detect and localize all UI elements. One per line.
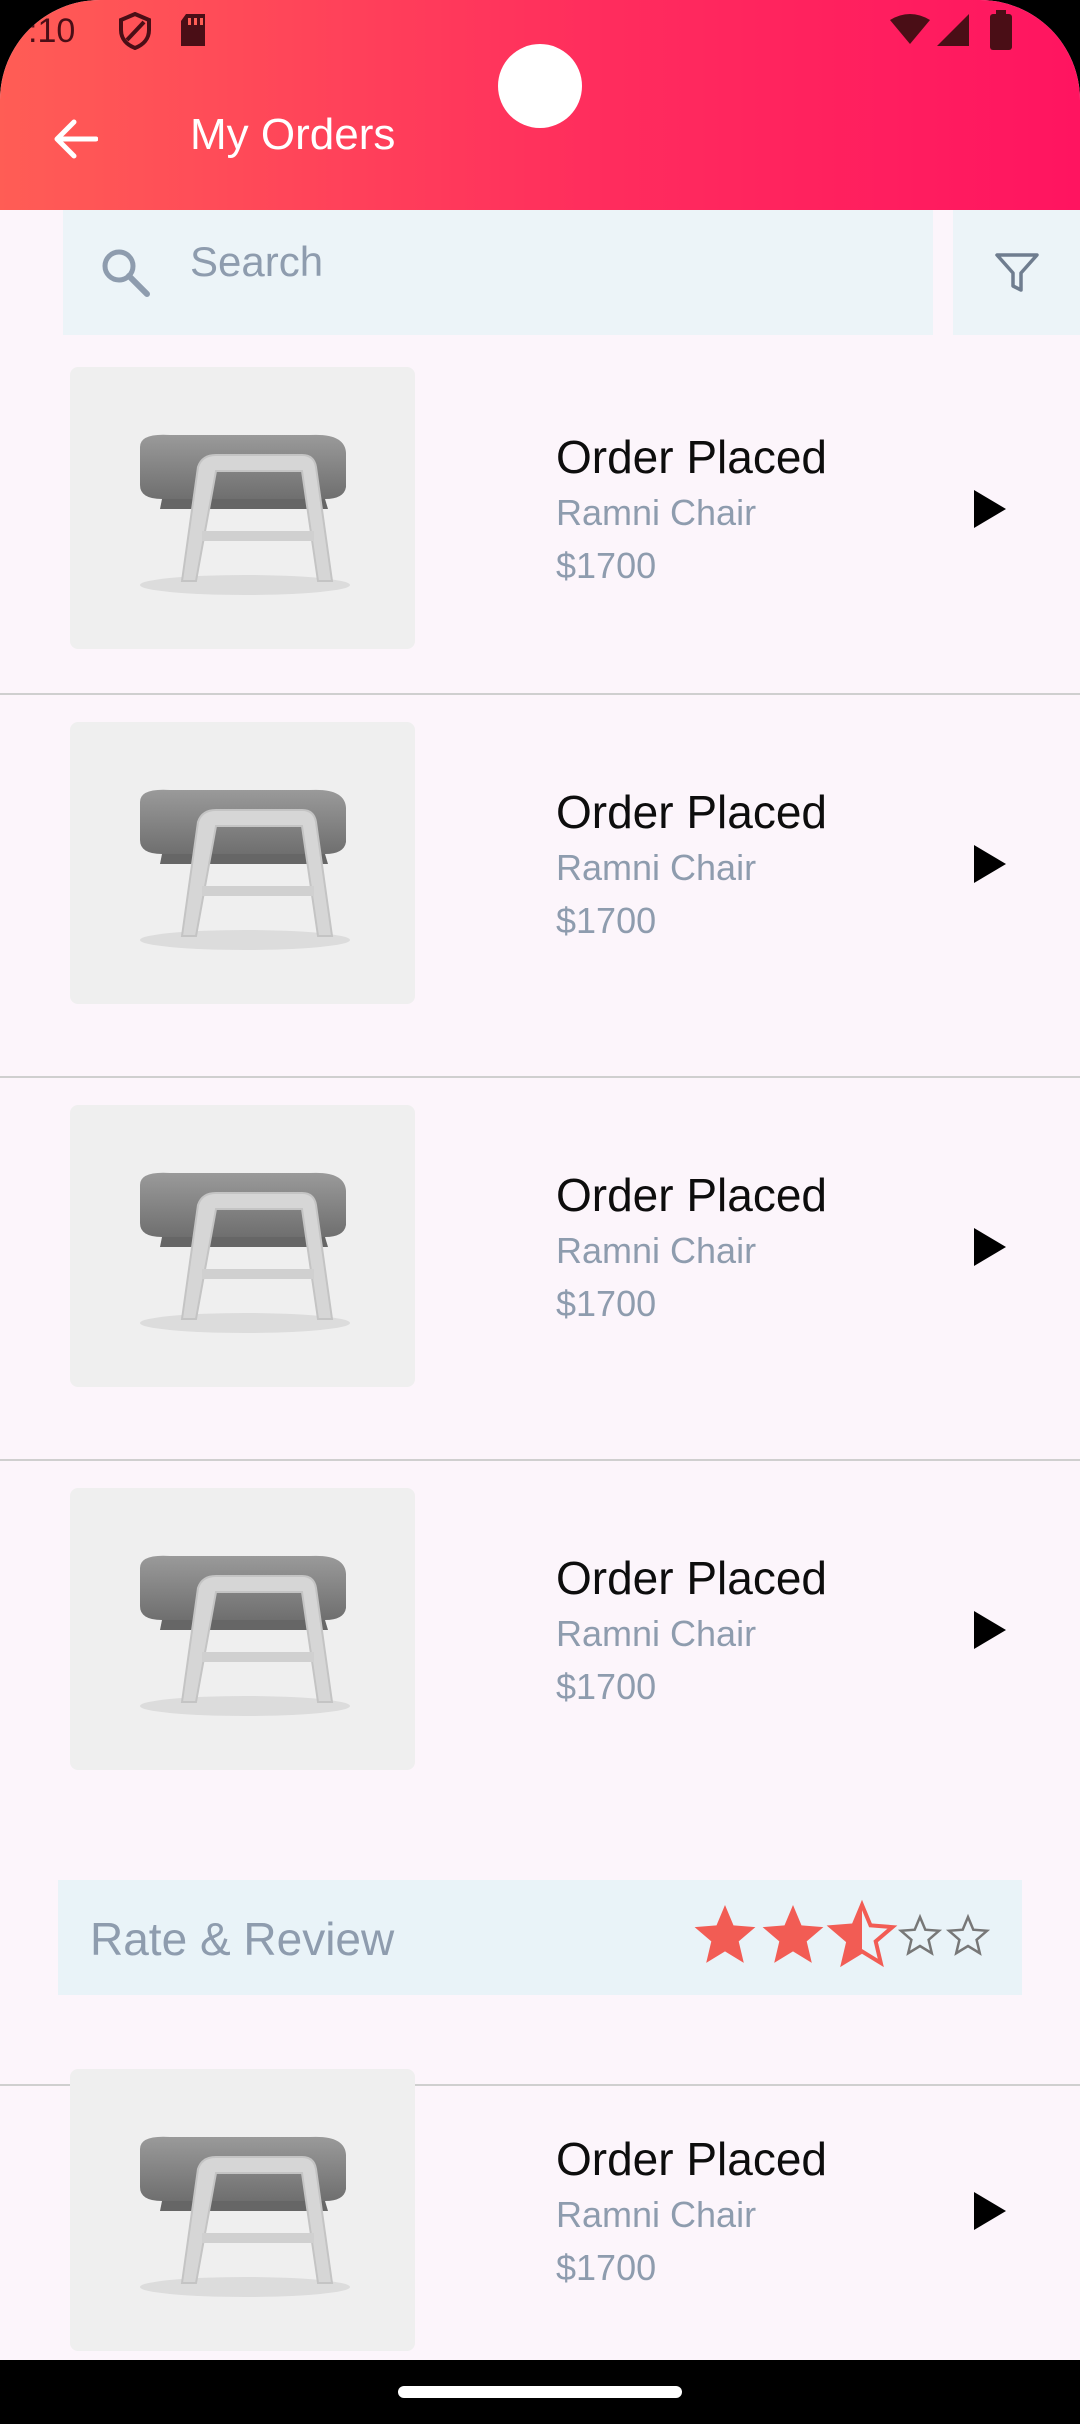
product-thumbnail (70, 367, 415, 649)
order-status: Order Placed (556, 1552, 828, 1604)
order-status: Order Placed (556, 1169, 828, 1221)
home-indicator[interactable] (398, 2386, 682, 2398)
play-arrow-icon[interactable] (970, 2189, 1010, 2233)
play-arrow-icon[interactable] (970, 1225, 1010, 1269)
product-name: Ramni Chair (556, 1613, 757, 1654)
product-price: $1700 (556, 900, 657, 941)
chair-image (140, 2136, 350, 2297)
play-arrow-icon[interactable] (970, 1608, 1010, 1652)
order-row[interactable]: Order Placed Ramni Chair $1700 (0, 2042, 1080, 2382)
product-thumbnail (70, 1105, 415, 1387)
search-placeholder: Search (190, 238, 324, 285)
product-thumbnail (70, 722, 415, 1004)
product-name: Ramni Chair (556, 492, 757, 533)
order-row[interactable]: Order Placed Ramni Chair $1700 (0, 1078, 1080, 1461)
play-arrow-icon[interactable] (970, 842, 1010, 886)
star-icon[interactable] (945, 1913, 991, 1956)
chair-image (140, 1172, 350, 1333)
play-arrow-icon[interactable] (970, 487, 1010, 531)
back-arrow-icon (54, 119, 98, 159)
filter-icon (994, 252, 1039, 292)
product-name: Ramni Chair (556, 847, 757, 888)
search-input[interactable]: Search (63, 210, 933, 335)
camera-cutout (498, 44, 582, 128)
product-price: $1700 (556, 1666, 657, 1707)
product-price: $1700 (556, 545, 657, 586)
product-thumbnail (70, 2069, 415, 2351)
star-icon[interactable] (762, 1905, 824, 1963)
wifi-icon (890, 14, 930, 44)
search-icon (102, 249, 150, 297)
order-status: Order Placed (556, 2133, 828, 2185)
back-button[interactable] (40, 104, 110, 174)
product-name: Ramni Chair (556, 2194, 757, 2235)
order-status: Order Placed (556, 431, 828, 483)
product-price: $1700 (556, 2247, 657, 2288)
battery-icon (990, 10, 1012, 50)
star-icon[interactable] (897, 1913, 943, 1956)
shield-icon (119, 12, 151, 50)
order-status: Order Placed (556, 786, 828, 838)
page-title: My Orders (190, 110, 396, 159)
my-orders-screen: :10 My Orders Search Order Placed Ramni … (0, 0, 1080, 2424)
order-row[interactable]: Order Placed Ramni Chair $1700 (0, 340, 1080, 695)
product-name: Ramni Chair (556, 1230, 757, 1271)
rating-stars (694, 1899, 991, 1968)
chair-image (140, 789, 350, 950)
app-header: :10 My Orders (0, 0, 1080, 210)
order-row[interactable]: Order Placed Ramni Chair $1700 (0, 695, 1080, 1078)
chair-image (140, 1555, 350, 1716)
status-time: :10 (28, 12, 76, 50)
rate-review-bar[interactable]: Rate & Review (58, 1880, 1022, 1995)
filter-button[interactable] (953, 210, 1080, 335)
star-icon[interactable] (694, 1905, 756, 1963)
product-thumbnail (70, 1488, 415, 1770)
signal-icon (937, 14, 969, 46)
product-price: $1700 (556, 1283, 657, 1324)
sd-card-icon (181, 14, 205, 46)
chair-image (140, 434, 350, 595)
star-icon[interactable] (826, 1899, 898, 1968)
